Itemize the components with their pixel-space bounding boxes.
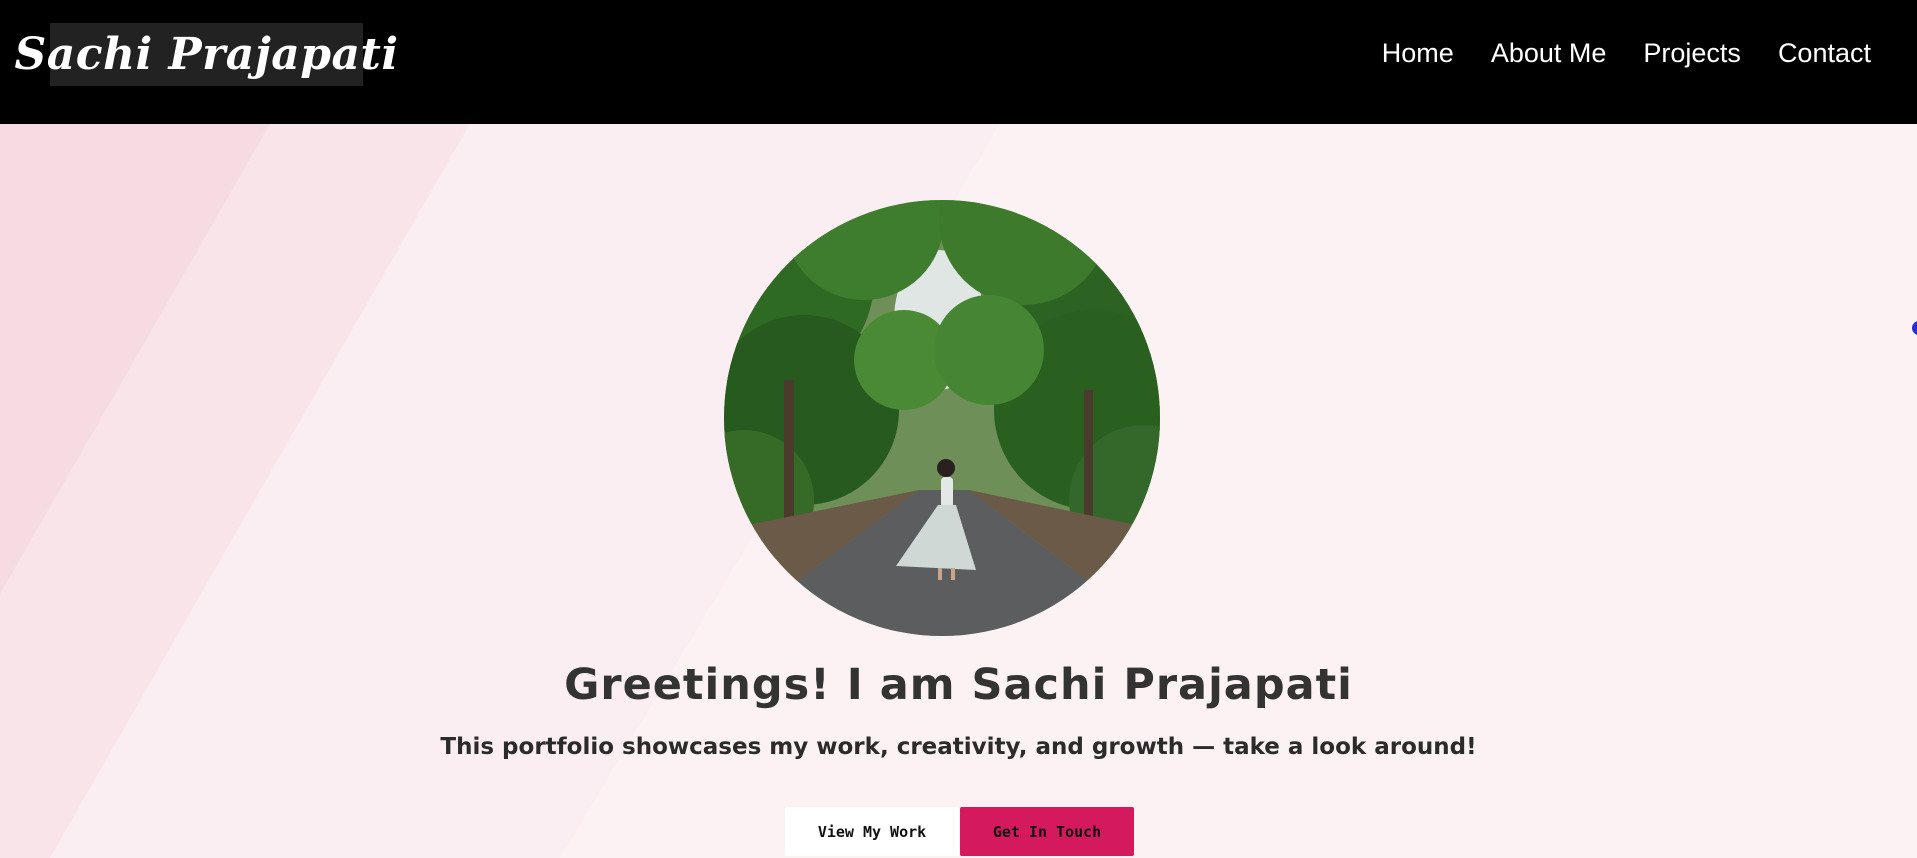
profile-photo [724,200,1160,636]
view-my-work-button[interactable]: View My Work [785,807,959,856]
main-nav: Home About Me Projects Contact [1345,38,1871,69]
nav-link-home[interactable]: Home [1382,38,1454,69]
hero-headline: Greetings! I am Sachi Prajapati [564,660,1353,710]
get-in-touch-button[interactable]: Get In Touch [960,807,1134,856]
nav-link-projects[interactable]: Projects [1643,38,1741,69]
site-logo[interactable]: Sachi Prajapati [14,23,398,86]
nav-link-contact[interactable]: Contact [1778,38,1871,69]
hero-subline: This portfolio showcases my work, creati… [440,734,1477,760]
nav-link-about[interactable]: About Me [1491,38,1607,69]
site-header: Sachi Prajapati Home About Me Projects C… [0,0,1917,124]
